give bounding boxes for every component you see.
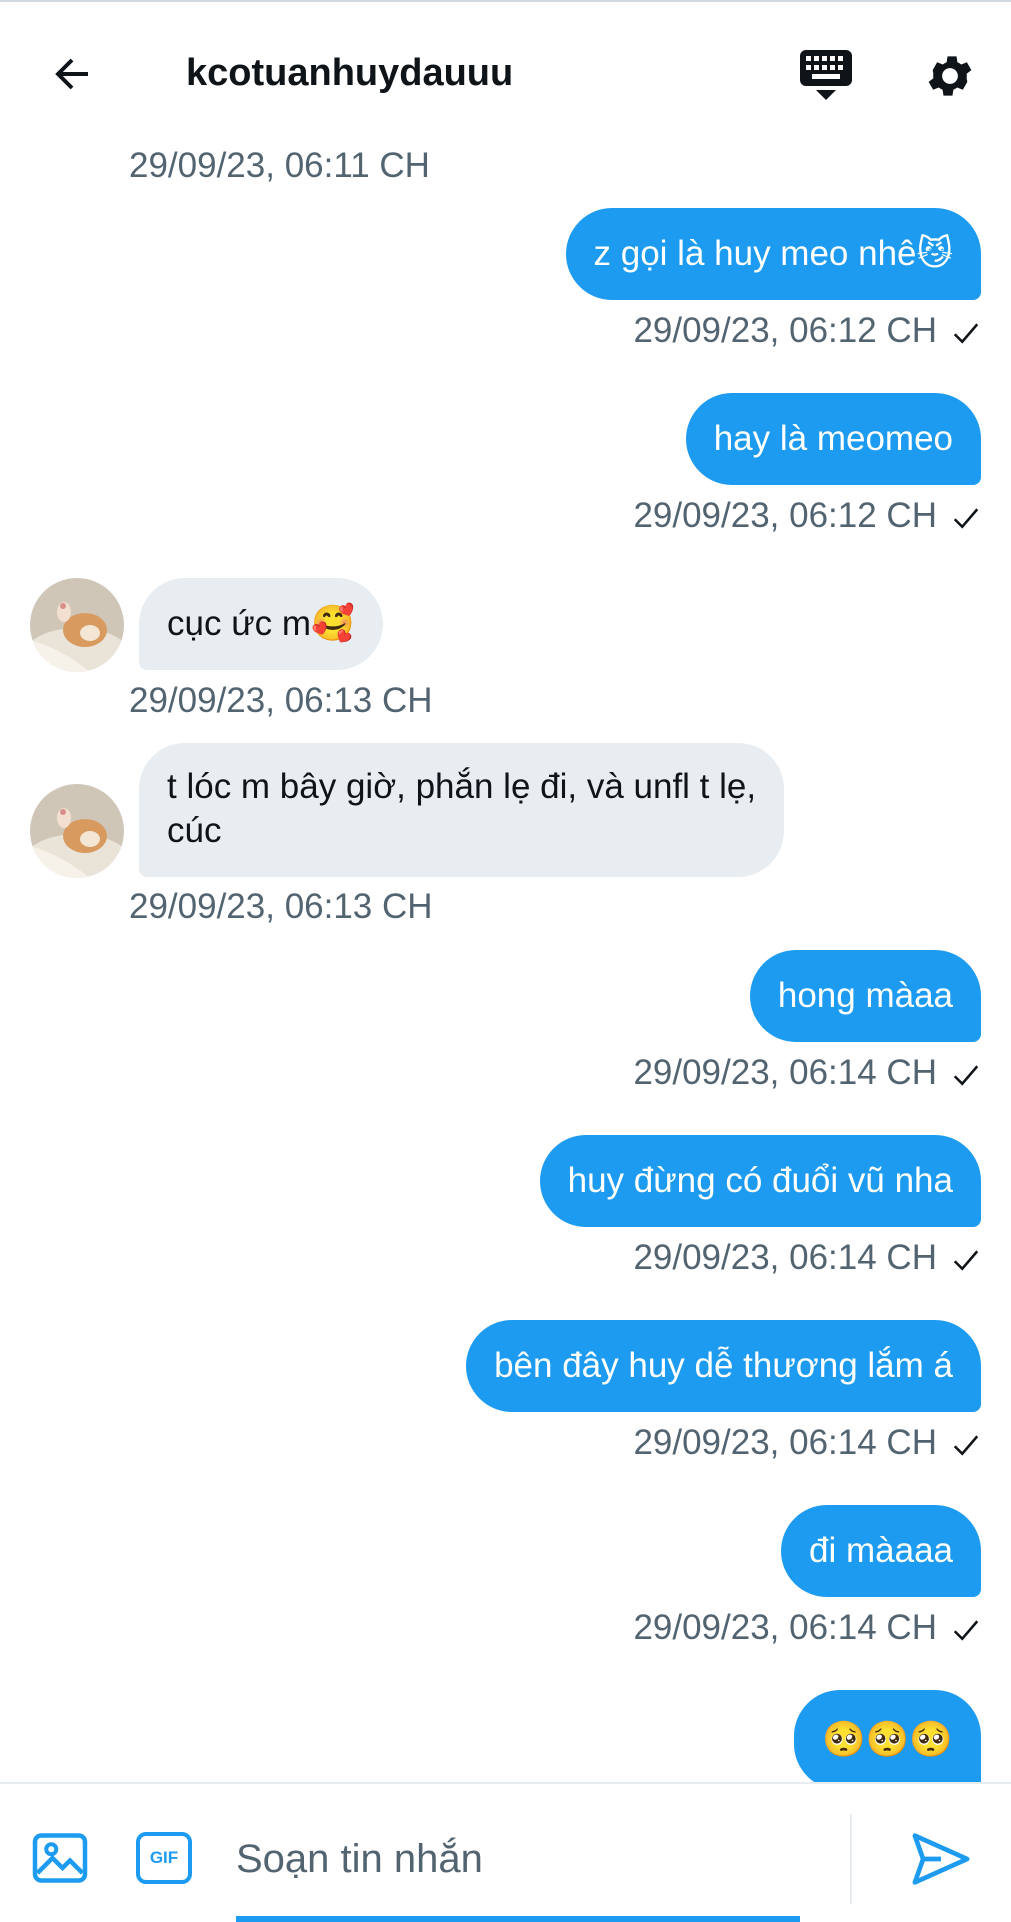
message-timestamp: 29/09/23, 06:13 CH xyxy=(129,681,433,720)
add-gif-button[interactable]: GIF xyxy=(134,1828,194,1888)
avatar[interactable] xyxy=(30,578,124,672)
check-icon xyxy=(951,1428,981,1458)
message-text: hay là meomeo xyxy=(713,419,953,458)
outgoing-message-bubble[interactable]: bên đây huy dễ thương lắm á xyxy=(466,1320,981,1412)
message-meta: 29/09/23, 06:12 CH xyxy=(633,310,981,352)
message-text: cục ức m🥰 xyxy=(167,604,355,643)
check-icon xyxy=(951,1243,981,1273)
check-icon xyxy=(951,316,981,346)
message-text-line: t lóc m bây giờ, phắn lẹ đi, và unfl t l… xyxy=(167,767,757,806)
message-composer: GIF xyxy=(0,1782,1011,1922)
outgoing-message-bubble[interactable]: 🥺🥺🥺 xyxy=(794,1690,981,1790)
send-icon xyxy=(912,1833,970,1885)
input-focus-underline xyxy=(236,1916,800,1922)
message-text: huy đừng có đuổi vũ nha xyxy=(567,1161,953,1200)
message-meta: 29/09/23, 06:14 CH xyxy=(633,1422,981,1464)
back-button[interactable] xyxy=(40,42,104,106)
message-timestamp: 29/09/23, 06:14 CH xyxy=(633,1053,937,1092)
message-timestamp: 29/09/23, 06:14 CH xyxy=(633,1608,937,1647)
add-image-button[interactable] xyxy=(30,1828,90,1888)
message-timestamp: 29/09/23, 06:11 CH xyxy=(129,146,430,185)
message-text: z gọi là huy meo nhê😼 xyxy=(593,234,953,273)
message-text-line: cúc xyxy=(167,811,222,850)
message-timestamp: 29/09/23, 06:12 CH xyxy=(633,496,937,535)
message-timestamp: 29/09/23, 06:13 CH xyxy=(129,887,433,926)
arrow-left-icon xyxy=(55,58,88,90)
message-meta: 29/09/23, 06:14 CH xyxy=(633,1607,981,1649)
check-icon xyxy=(951,1058,981,1088)
message-text: đi màaaa xyxy=(809,1531,953,1570)
keyboard-icon xyxy=(800,50,852,100)
incoming-message-bubble[interactable]: cục ức m🥰 xyxy=(139,578,383,670)
keyboard-shortcuts-button[interactable] xyxy=(790,44,862,108)
message-text: 🥺🥺🥺 xyxy=(822,1720,953,1759)
outgoing-message-bubble[interactable]: hay là meomeo xyxy=(685,393,981,485)
message-timestamp: 29/09/23, 06:14 CH xyxy=(633,1238,937,1277)
message-meta: 29/09/23, 06:14 CH xyxy=(633,1237,981,1279)
conversation-title[interactable]: kcotuanhuydauuu xyxy=(186,50,513,96)
incoming-message-bubble[interactable]: t lóc m bây giờ, phắn lẹ đi, và unfl t l… xyxy=(139,743,785,877)
gear-icon xyxy=(928,56,972,96)
check-icon xyxy=(951,1613,981,1643)
composer-divider xyxy=(850,1814,852,1904)
message-text: bên đây huy dễ thương lắm á xyxy=(494,1346,953,1385)
outgoing-message-bubble[interactable]: z gọi là huy meo nhê😼 xyxy=(565,208,981,300)
send-button[interactable] xyxy=(908,1826,974,1892)
message-timestamp: 29/09/23, 06:14 CH xyxy=(633,1423,937,1462)
outgoing-message-bubble[interactable]: đi màaaa xyxy=(781,1505,981,1597)
settings-button[interactable] xyxy=(916,44,984,108)
message-input[interactable] xyxy=(236,1814,836,1904)
conversation-header: kcotuanhuydauuu xyxy=(0,2,1011,142)
outgoing-message-bubble[interactable]: huy đừng có đuổi vũ nha xyxy=(539,1135,981,1227)
gif-label: GIF xyxy=(149,1848,179,1867)
message-meta: 29/09/23, 06:14 CH xyxy=(633,1052,981,1094)
outgoing-message-bubble[interactable]: hong màaa xyxy=(749,950,981,1042)
cat-avatar-image xyxy=(30,784,124,878)
cat-avatar-image xyxy=(30,578,124,672)
avatar[interactable] xyxy=(30,784,124,878)
message-timestamp: 29/09/23, 06:12 CH xyxy=(633,311,937,350)
check-icon xyxy=(951,501,981,531)
message-text: hong màaa xyxy=(777,976,953,1015)
image-icon xyxy=(32,1833,88,1883)
message-meta: 29/09/23, 06:12 CH xyxy=(633,495,981,537)
